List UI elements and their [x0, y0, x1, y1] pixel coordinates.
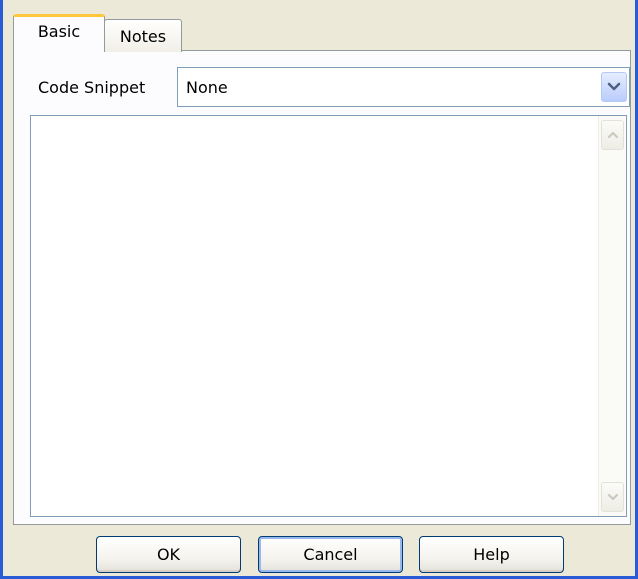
scroll-up-arrow-icon	[607, 132, 618, 138]
help-button[interactable]: Help	[419, 536, 564, 573]
tab-notes[interactable]: Notes	[104, 19, 182, 52]
ok-button[interactable]: OK	[96, 536, 241, 573]
code-snippet-label: Code Snippet	[38, 78, 146, 97]
scroll-up-button[interactable]	[601, 120, 624, 150]
code-snippet-text-area[interactable]	[30, 115, 627, 517]
scroll-down-button[interactable]	[601, 482, 624, 512]
tab-basic[interactable]: Basic	[13, 14, 105, 52]
vertical-scrollbar[interactable]	[598, 116, 626, 516]
tab-page-basic: Code Snippet None	[13, 50, 631, 525]
cancel-button[interactable]: Cancel	[258, 536, 403, 573]
code-snippet-selected-value: None	[186, 78, 228, 97]
dropdown-button[interactable]	[601, 72, 627, 102]
tab-notes-label: Notes	[119, 26, 167, 46]
scroll-down-arrow-icon	[607, 494, 618, 500]
dialog-window: Basic Notes Code Snippet None OK Cancel …	[0, 0, 638, 579]
tab-basic-label: Basic	[37, 22, 81, 41]
chevron-down-icon	[607, 82, 621, 91]
code-snippet-dropdown[interactable]: None	[177, 67, 630, 107]
